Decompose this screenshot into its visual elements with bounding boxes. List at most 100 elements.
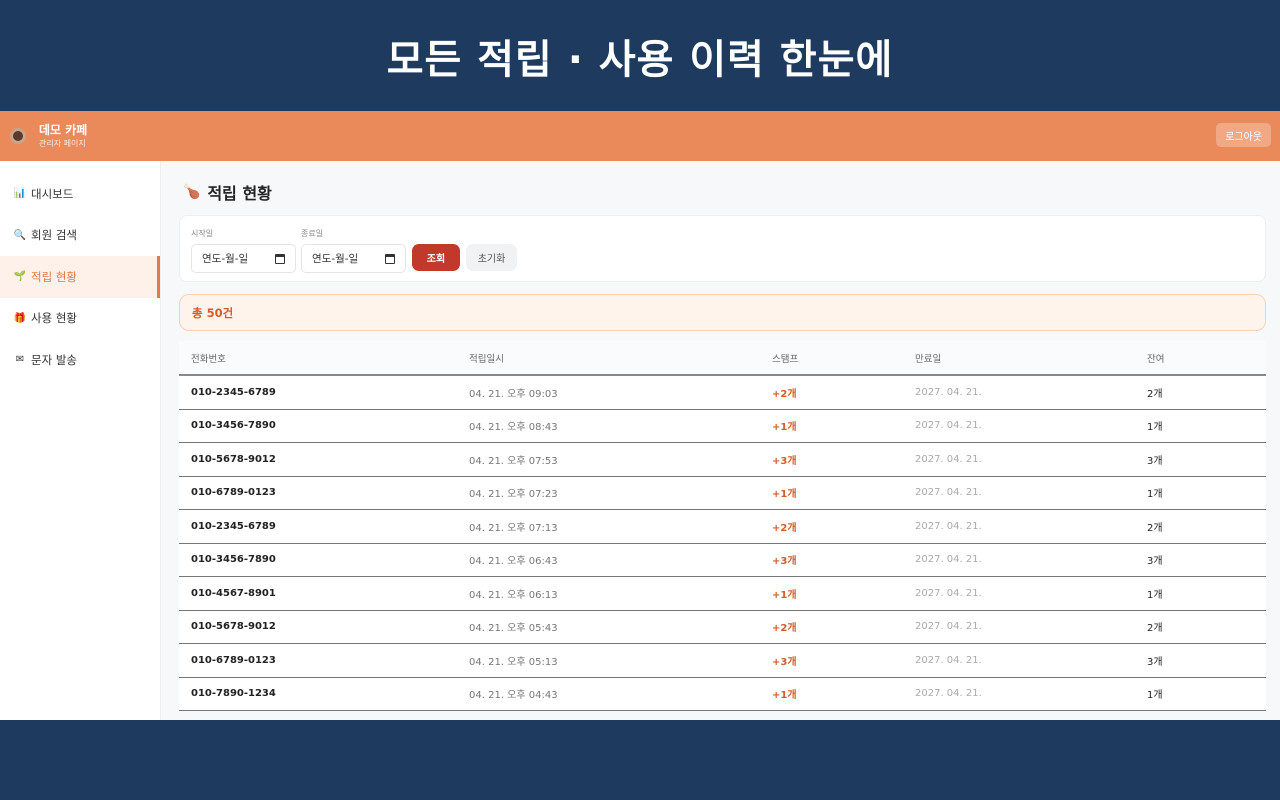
phone-cell: 010-2345-6789 [191,386,276,398]
earned-at-cell: 04. 21. 오후 04:43 [469,690,558,702]
earned-at-cell: 04. 21. 오후 05:13 [469,656,558,668]
gift-icon: 🎁 [13,312,27,324]
page-title: 🍗 적립 현황 [183,180,272,204]
remaining-cell: 1개 [1147,690,1163,702]
remaining-cell: 1개 [1147,589,1163,601]
stamps-cell: +1개 [772,589,797,601]
calendar-icon[interactable] [385,253,395,264]
earned-at-cell: 04. 21. 오후 07:13 [469,522,558,534]
stamps-cell: +3개 [772,556,797,568]
end-date-input[interactable]: 연도-월-일 [301,244,406,273]
coffee-logo-icon [10,128,26,144]
app-header: 데모 카페 관리자 페이지 로그아웃 [0,111,1280,161]
sidebar-item-label: 사용 현황 [31,311,77,326]
expiry-cell: 2027. 04. 21. [915,487,982,499]
expiry-cell: 2027. 04. 21. [915,654,982,666]
brand: 데모 카페 관리자 페이지 [39,123,87,149]
sidebar-item-label: 대시보드 [31,186,74,201]
sprout-icon: 🌱 [13,271,27,283]
expiry-cell: 2027. 04. 21. [915,554,982,566]
phone-cell: 010-5678-9012 [191,621,276,633]
remaining-cell: 3개 [1147,656,1163,668]
magnifier-icon: 🔍 [13,229,27,241]
column-header-earned-at[interactable]: 적립일시 [469,351,772,365]
end-date-value: 연도-월-일 [312,253,359,265]
sidebar-item-send-sms[interactable]: ✉ 문자 발송 [0,339,160,381]
remaining-cell: 1개 [1147,422,1163,434]
earned-at-cell: 04. 21. 오후 05:43 [469,623,558,635]
calendar-icon[interactable] [275,253,285,264]
column-header-stamps[interactable]: 스탬프 [772,351,915,365]
start-date-input[interactable]: 연도-월-일 [191,244,296,273]
sidebar-item-dashboard[interactable]: 📊 대시보드 [0,173,160,215]
column-header-expiry[interactable]: 만료일 [915,351,1147,365]
remaining-cell: 3개 [1147,556,1163,568]
logout-button[interactable]: 로그아웃 [1216,123,1271,147]
admin-app: 데모 카페 관리자 페이지 로그아웃 📊 대시보드 🔍 회원 검색 🌱 적립 현… [0,111,1280,720]
table-body: 010-2345-6789 04. 21. 오후 09:03 +2개 2027. 04… [179,376,1266,711]
stamps-cell: +3개 [772,455,797,467]
stamps-cell: +2개 [772,388,797,400]
table-row[interactable]: 010-6789-0123 04. 21. 오후 05:13 +3개 2027. 04… [179,644,1266,678]
table-row[interactable]: 010-5678-9012 04. 21. 오후 05:43 +2개 2027. 04… [179,611,1266,644]
phone-cell: 010-3456-7890 [191,554,276,566]
sidebar: 📊 대시보드 🔍 회원 검색 🌱 적립 현황 🎁 사용 현황 ✉ 문자 발송 [0,161,161,720]
table-row[interactable]: 010-2345-6789 04. 21. 오후 07:13 +2개 2027. 04… [179,510,1266,544]
expiry-cell: 2027. 04. 21. [915,420,982,432]
start-date-value: 연도-월-일 [202,253,249,265]
expiry-cell: 2027. 04. 21. [915,386,982,398]
stamps-cell: +2개 [772,522,797,534]
phone-cell: 010-2345-6789 [191,520,276,532]
end-date-field: 종료일 연도-월-일 [301,228,406,273]
column-header-remaining[interactable]: 잔여 [1147,351,1266,365]
end-date-label: 종료일 [301,229,324,238]
chart-icon: 📊 [13,188,27,200]
column-header-phone[interactable]: 전화번호 [179,351,469,365]
sidebar-item-member-search[interactable]: 🔍 회원 검색 [0,215,160,257]
table-row[interactable]: 010-3456-7890 04. 21. 오후 06:43 +3개 2027. 04… [179,544,1266,577]
promo-banner: 모든 적립 · 사용 이력 한눈에 [0,0,1280,111]
reset-button[interactable]: 초기화 [466,244,517,271]
phone-cell: 010-4567-8901 [191,587,276,599]
stamps-cell: +3개 [772,656,797,668]
expiry-cell: 2027. 04. 21. [915,688,982,700]
table-row[interactable]: 010-5678-9012 04. 21. 오후 07:53 +3개 2027. 04… [179,443,1266,477]
phone-cell: 010-7890-1234 [191,688,276,700]
earned-at-cell: 04. 21. 오후 07:53 [469,455,558,467]
envelope-icon: ✉ [15,354,25,366]
banner-title: 모든 적립 · 사용 이력 한눈에 [386,36,894,83]
remaining-cell: 1개 [1147,489,1163,501]
sidebar-item-label: 적립 현황 [31,269,77,284]
sidebar-item-use-status[interactable]: 🎁 사용 현황 [0,298,160,340]
remaining-cell: 2개 [1147,623,1163,635]
page-title-text: 적립 현황 [207,184,272,203]
phone-cell: 010-3456-7890 [191,420,276,432]
remaining-cell: 2개 [1147,388,1163,400]
earned-at-cell: 04. 21. 오후 07:23 [469,489,558,501]
expiry-cell: 2027. 04. 21. [915,587,982,599]
table-row[interactable]: 010-6789-0123 04. 21. 오후 07:23 +1개 2027. 04… [179,477,1266,510]
total-count: 총 50건 [192,305,234,320]
expiry-cell: 2027. 04. 21. [915,520,982,532]
start-date-field: 시작일 연도-월-일 [191,228,296,273]
total-count-banner: 총 50건 [179,294,1266,331]
table-row[interactable]: 010-7890-1234 04. 21. 오후 04:43 +1개 2027. 04… [179,678,1266,711]
search-button[interactable]: 조회 [412,244,460,271]
expiry-cell: 2027. 04. 21. [915,453,982,465]
date-filter-panel: 시작일 연도-월-일 종료일 연도-월-일 조회 초기화 [179,215,1266,282]
expiry-cell: 2027. 04. 21. [915,621,982,633]
phone-cell: 010-6789-0123 [191,487,276,499]
table-row[interactable]: 010-3456-7890 04. 21. 오후 08:43 +1개 2027. 04… [179,410,1266,443]
sidebar-item-earn-status[interactable]: 🌱 적립 현황 [0,256,160,298]
sidebar-item-label: 문자 발송 [31,352,77,367]
table-row[interactable]: 010-4567-8901 04. 21. 오후 06:13 +1개 2027. 04… [179,577,1266,611]
table-row[interactable]: 010-2345-6789 04. 21. 오후 09:03 +2개 2027. 04… [179,376,1266,410]
phone-cell: 010-6789-0123 [191,654,276,666]
remaining-cell: 3개 [1147,455,1163,467]
earned-at-cell: 04. 21. 오후 08:43 [469,422,558,434]
drumstick-icon: 🍗 [183,184,201,200]
stamps-cell: +1개 [772,690,797,702]
stamps-cell: +1개 [772,489,797,501]
bottom-band [0,720,1280,800]
stamps-cell: +2개 [772,623,797,635]
